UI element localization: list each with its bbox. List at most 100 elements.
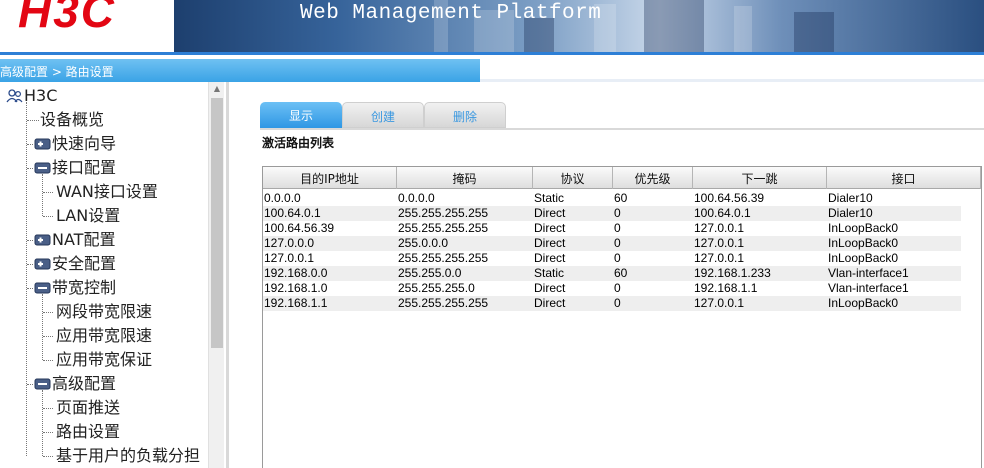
- sidebar-item-overview[interactable]: 设备概览: [40, 108, 104, 132]
- folder-collapsed-icon[interactable]: [34, 254, 52, 273]
- sidebar-item-page-push[interactable]: 页面推送: [56, 396, 120, 420]
- sidebar-item-segment-rate-limit[interactable]: 网段带宽限速: [56, 300, 152, 324]
- tab-create[interactable]: 创建: [342, 102, 424, 128]
- sidebar-item-label: 应用带宽限速: [56, 326, 153, 345]
- sidebar-item-user-load-balancing[interactable]: 基于用户的负载分担: [56, 444, 200, 468]
- folder-expanded-icon[interactable]: [34, 374, 52, 393]
- scrollbar-thumb[interactable]: [211, 98, 223, 348]
- sidebar-item-quick-wizard[interactable]: 快速向导: [34, 132, 116, 156]
- sidebar-item-advanced-config[interactable]: 高级配置: [34, 372, 116, 396]
- sidebar-item-bandwidth-control[interactable]: 带宽控制: [34, 276, 116, 300]
- table-row[interactable]: 0.0.0.0 0.0.0.0 Static 60 100.64.56.39 Dialer…: [263, 191, 961, 206]
- sidebar-item-label: 高级配置: [52, 374, 117, 393]
- cell-mask: 255.255.255.0: [398, 281, 475, 295]
- sidebar-item-route-settings[interactable]: 路由设置: [56, 420, 120, 444]
- table-row[interactable]: 100.64.56.39 255.255.255.255 Direct 0 127.0.…: [263, 221, 961, 236]
- cell-mask: 255.255.255.255: [398, 206, 489, 220]
- sidebar-item-label: 接口配置: [52, 158, 117, 177]
- cell-mask: 255.255.0.0: [398, 266, 462, 280]
- sidebar-item-nat-config[interactable]: NAT配置: [34, 228, 115, 252]
- folder-expanded-icon[interactable]: [34, 158, 52, 177]
- sidebar-item-app-bandwidth-guarantee[interactable]: 应用带宽保证: [56, 348, 152, 372]
- sidebar-item-app-rate-limit[interactable]: 应用带宽限速: [56, 324, 152, 348]
- cell-next-hop: 100.64.0.1: [694, 206, 751, 220]
- cell-priority: 60: [614, 266, 628, 280]
- cell-next-hop: 100.64.56.39: [694, 191, 765, 205]
- tab-display[interactable]: 显示: [260, 102, 342, 128]
- tab-delete[interactable]: 删除: [424, 102, 506, 128]
- header-banner: Web Management Platform: [174, 0, 984, 52]
- users-icon: [6, 88, 23, 102]
- column-header-mask[interactable]: 掩码: [397, 167, 533, 189]
- sidebar-scrollbar[interactable]: ▲: [208, 82, 224, 468]
- h3c-logo: H3C: [18, 0, 117, 37]
- main-panel: 显示 创建 删除 激活路由列表 目的IP地址 掩码 协议 优先级 下一跳 接口 0.0.0…: [236, 82, 984, 468]
- cell-protocol: Direct: [534, 281, 566, 295]
- cell-priority: 60: [614, 191, 628, 205]
- sidebar-item-label: NAT配置: [52, 230, 116, 249]
- cell-interface: Vlan-interface1: [828, 266, 909, 280]
- tree-root-label: H3C: [24, 86, 58, 105]
- folder-collapsed-icon[interactable]: [34, 230, 52, 249]
- cell-dest-ip: 127.0.0.1: [264, 251, 315, 265]
- cell-protocol: Static: [534, 191, 565, 205]
- navigation-tree: H3C 设备概览快速向导接口配置 WAN接口设置 LAN设置 NAT配置安全配置带宽控…: [0, 82, 226, 468]
- cell-priority: 0: [614, 221, 621, 235]
- route-table: 目的IP地址 掩码 协议 优先级 下一跳 接口 0.0.0.0 0.0.0.0 Static 6…: [262, 166, 982, 468]
- folder-collapsed-icon[interactable]: [34, 134, 52, 153]
- cell-dest-ip: 127.0.0.0: [264, 236, 315, 250]
- cell-protocol: Direct: [534, 221, 566, 235]
- table-row[interactable]: 100.64.0.1 255.255.255.255 Direct 0 100.64.0…: [263, 206, 961, 221]
- sidebar-item-lan-settings[interactable]: LAN设置: [56, 204, 120, 228]
- column-header-priority[interactable]: 优先级: [613, 167, 693, 189]
- cell-interface: InLoopBack0: [828, 236, 899, 250]
- cell-mask: 255.255.255.255: [398, 221, 489, 235]
- sidebar-item-label: LAN设置: [56, 206, 121, 225]
- table-row[interactable]: 127.0.0.1 255.255.255.255 Direct 0 127.0.0.1…: [263, 251, 961, 266]
- cell-protocol: Direct: [534, 236, 566, 250]
- sidebar-item-label: 网段带宽限速: [56, 302, 153, 321]
- column-header-protocol[interactable]: 协议: [533, 167, 613, 189]
- folder-expanded-icon[interactable]: [34, 278, 52, 297]
- sidebar-item-label: 带宽控制: [52, 278, 117, 297]
- table-row[interactable]: 127.0.0.0 255.0.0.0 Direct 0 127.0.0.1 InLoop…: [263, 236, 961, 251]
- sidebar-item-label: 设备概览: [40, 110, 105, 129]
- sidebar-item-label: 快速向导: [52, 134, 117, 153]
- sidebar-item-wan-interface[interactable]: WAN接口设置: [56, 180, 158, 204]
- cell-interface: Dialer10: [828, 206, 873, 220]
- cell-dest-ip: 0.0.0.0: [264, 191, 301, 205]
- tree-root[interactable]: H3C: [6, 84, 57, 108]
- cell-protocol: Static: [534, 266, 565, 280]
- column-header-next-hop[interactable]: 下一跳: [693, 167, 827, 189]
- table-row[interactable]: 192.168.1.1 255.255.255.255 Direct 0 127.0.0…: [263, 296, 961, 311]
- sidebar-item-security-config[interactable]: 安全配置: [34, 252, 116, 276]
- cell-next-hop: 127.0.0.1: [694, 251, 745, 265]
- cell-mask: 255.255.255.255: [398, 296, 489, 310]
- table-row[interactable]: 192.168.1.0 255.255.255.0 Direct 0 192.168.1…: [263, 281, 961, 296]
- sidebar-item-label: 基于用户的负载分担: [56, 446, 201, 465]
- cell-next-hop: 127.0.0.1: [694, 296, 745, 310]
- platform-title: Web Management Platform: [300, 2, 602, 25]
- sidebar-item-interface-config[interactable]: 接口配置: [34, 156, 116, 180]
- cell-protocol: Direct: [534, 251, 566, 265]
- cell-dest-ip: 100.64.0.1: [264, 206, 321, 220]
- cell-mask: 255.0.0.0: [398, 236, 449, 250]
- sidebar-item-label: WAN接口设置: [56, 182, 158, 201]
- sidebar-item-label: 页面推送: [56, 398, 121, 417]
- sidebar-item-label: 路由设置: [56, 422, 121, 441]
- panel-divider[interactable]: [226, 82, 236, 468]
- sidebar-item-label: 安全配置: [52, 254, 117, 273]
- sidebar-item-label: 应用带宽保证: [56, 350, 153, 369]
- page-header: H3C Web Management Platform: [0, 0, 984, 59]
- cell-priority: 0: [614, 206, 621, 220]
- cell-interface: Dialer10: [828, 191, 873, 205]
- scroll-up-arrow-icon[interactable]: ▲: [209, 82, 225, 96]
- cell-priority: 0: [614, 236, 621, 250]
- cell-interface: Vlan-interface1: [828, 281, 909, 295]
- cell-interface: InLoopBack0: [828, 221, 899, 235]
- column-header-dest-ip[interactable]: 目的IP地址: [263, 167, 397, 189]
- cell-mask: 255.255.255.255: [398, 251, 489, 265]
- table-row[interactable]: 192.168.0.0 255.255.0.0 Static 60 192.168.1.…: [263, 266, 961, 281]
- column-header-interface[interactable]: 接口: [827, 167, 981, 189]
- cell-protocol: Direct: [534, 206, 566, 220]
